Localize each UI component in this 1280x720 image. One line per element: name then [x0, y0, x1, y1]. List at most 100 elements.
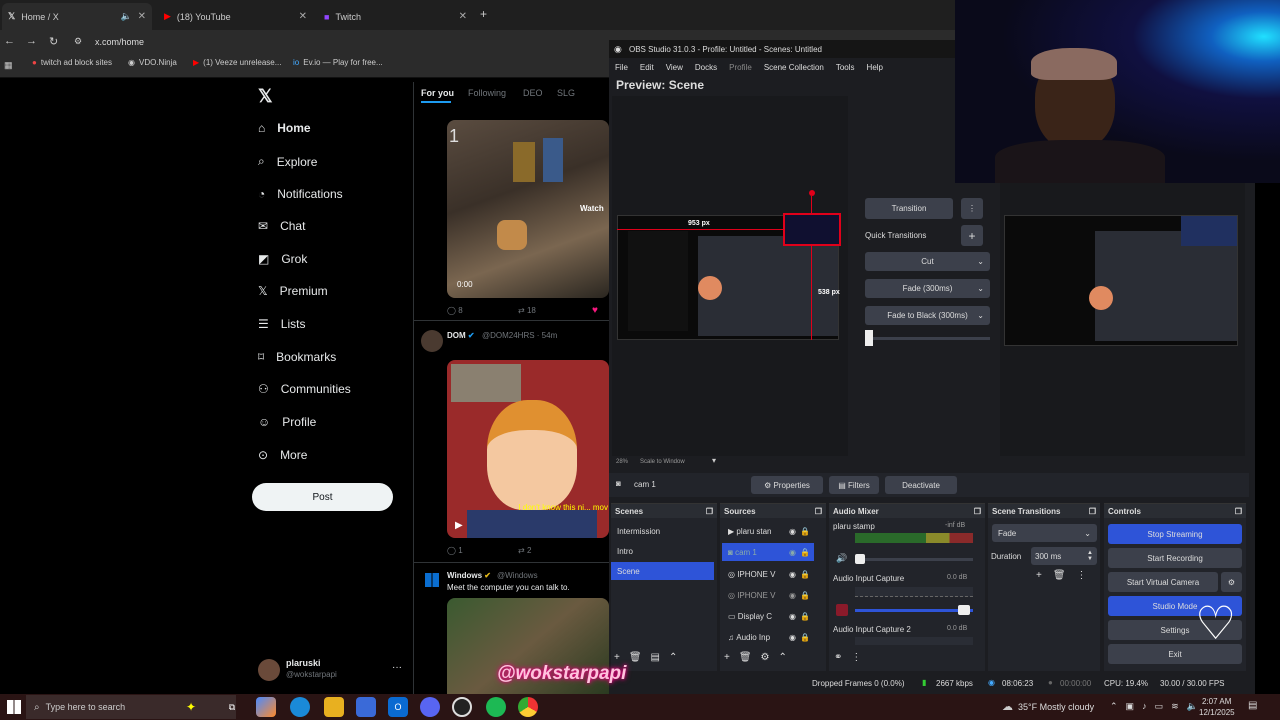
- windows-start-icon[interactable]: [7, 700, 21, 714]
- avatar[interactable]: [258, 659, 280, 681]
- nav-chat[interactable]: ✉ Chat: [258, 219, 305, 233]
- start-virtual-camera-button[interactable]: Start Virtual Camera: [1108, 572, 1218, 592]
- volume-slider[interactable]: [855, 558, 973, 561]
- nav-more[interactable]: ⊙ More: [258, 448, 307, 462]
- transition-select[interactable]: Fade ⌄: [992, 524, 1097, 542]
- tab-home-x[interactable]: 𝕏 Home / X 🔈 ✕: [2, 3, 152, 30]
- eye-icon[interactable]: ◉: [789, 633, 796, 642]
- copilot-app-icon[interactable]: [256, 697, 276, 717]
- close-tab-icon[interactable]: ✕: [459, 11, 467, 22]
- add-icon[interactable]: +: [1036, 570, 1042, 581]
- close-tab-icon[interactable]: ✕: [299, 11, 307, 22]
- mic-icon[interactable]: ♪: [1142, 701, 1147, 712]
- eye-icon[interactable]: ◉: [789, 591, 796, 600]
- tab-youtube[interactable]: ▶ (18) YouTube ✕: [158, 3, 313, 30]
- chrome-icon[interactable]: [518, 697, 538, 717]
- close-tab-icon[interactable]: ✕: [138, 11, 146, 22]
- site-info-icon[interactable]: ⚙: [74, 36, 82, 47]
- bookmark-item[interactable]: ◉ VDO.Ninja: [128, 58, 177, 67]
- lock-icon[interactable]: 🔒: [800, 591, 810, 600]
- nav-premium[interactable]: 𝕏 Premium: [258, 284, 328, 298]
- bookmark-item[interactable]: ● twitch ad block sites: [32, 58, 112, 67]
- volume-slider[interactable]: [855, 609, 973, 612]
- source-item[interactable]: ▭ Display C ◉ 🔒: [722, 607, 814, 625]
- nav-bookmarks[interactable]: ⌑ Bookmarks: [258, 350, 336, 364]
- filters-button[interactable]: ▤ Filters: [829, 476, 879, 494]
- dock-float-icon[interactable]: ❐: [706, 507, 713, 516]
- windows-logo-icon[interactable]: [425, 573, 439, 587]
- lock-icon[interactable]: 🔒: [800, 633, 810, 642]
- outlook-icon[interactable]: O: [388, 697, 408, 717]
- weather-icon[interactable]: ☁: [1002, 700, 1013, 713]
- add-icon[interactable]: +: [614, 652, 620, 663]
- dock-float-icon[interactable]: ❐: [1089, 507, 1096, 516]
- add-icon[interactable]: +: [724, 652, 730, 663]
- taskbar-search[interactable]: ⌕ Type here to search ✦: [26, 695, 236, 719]
- nav-home[interactable]: ⌂ Home: [258, 121, 311, 135]
- menu-edit[interactable]: Edit: [640, 63, 654, 72]
- quick-transition-fade-black[interactable]: Fade to Black (300ms) ⌄: [865, 306, 990, 325]
- menu-tools[interactable]: Tools: [836, 63, 855, 72]
- speaker-icon[interactable]: 🔊: [836, 553, 847, 564]
- source-item[interactable]: ♫ Audio Inp ◉ 🔒: [722, 628, 814, 646]
- nav-communities[interactable]: ⚇ Communities: [258, 382, 351, 396]
- menu-profile[interactable]: Profile: [729, 63, 752, 72]
- zoom-level[interactable]: 28%: [616, 459, 628, 465]
- wifi-icon[interactable]: ≋: [1171, 701, 1179, 712]
- volume-icon[interactable]: 🔈: [1187, 701, 1198, 712]
- deactivate-button[interactable]: Deactivate: [885, 476, 957, 494]
- link-icon[interactable]: ⚭: [834, 652, 842, 663]
- menu-file[interactable]: File: [615, 63, 628, 72]
- transition-button[interactable]: Transition: [865, 198, 953, 219]
- t-bar-slider[interactable]: [865, 337, 990, 340]
- menu-view[interactable]: View: [666, 63, 683, 72]
- eye-icon[interactable]: ◉: [789, 527, 796, 536]
- filter-icon[interactable]: ▤: [651, 652, 660, 663]
- apps-icon[interactable]: ▦: [4, 60, 13, 71]
- scene-item-selected[interactable]: Scene: [611, 562, 714, 580]
- url-field[interactable]: x.com/home: [95, 37, 144, 47]
- t-bar-handle[interactable]: [865, 330, 873, 346]
- tab-slg[interactable]: SLG: [557, 88, 575, 98]
- source-item[interactable]: ◎ IPHONE V ◉ 🔒: [722, 565, 814, 583]
- lock-icon[interactable]: 🔒: [800, 612, 810, 621]
- tab-twitch[interactable]: ■ Twitch ✕: [318, 3, 473, 30]
- dock-float-icon[interactable]: ❐: [1235, 507, 1242, 516]
- source-item[interactable]: ▶ plaru stan ◉ 🔒: [722, 522, 814, 540]
- quick-transition-fade[interactable]: Fade (300ms) ⌄: [865, 279, 990, 298]
- back-icon[interactable]: ←: [4, 35, 15, 47]
- lock-icon[interactable]: 🔒: [800, 570, 810, 579]
- app-tray-icon[interactable]: ▣: [1126, 701, 1135, 712]
- retweet-icon[interactable]: ⇄ 18: [518, 306, 536, 315]
- add-quick-transition-button[interactable]: +: [961, 225, 983, 246]
- scene-item[interactable]: Intro: [611, 542, 714, 560]
- eye-icon[interactable]: ◉: [789, 570, 796, 579]
- weather-text[interactable]: 35°F Mostly cloudy: [1018, 702, 1094, 712]
- tray-icons[interactable]: ⌃ ▣ ♪ ▭ ≋ 🔈: [1110, 701, 1198, 712]
- nav-lists[interactable]: ☰ Lists: [258, 317, 305, 331]
- selection-box[interactable]: [783, 213, 841, 246]
- chevron-up-icon[interactable]: ⌃: [1110, 701, 1118, 712]
- trash-icon[interactable]: 🗑: [1053, 570, 1066, 581]
- store-icon[interactable]: [356, 697, 376, 717]
- tweet-author[interactable]: Windows ✔: [447, 571, 491, 580]
- gear-icon[interactable]: ⚙: [761, 652, 770, 663]
- menu-dots-icon[interactable]: ⋮: [1077, 570, 1087, 581]
- obs-taskbar-icon[interactable]: [452, 697, 472, 717]
- nav-grok[interactable]: ◩ Grok: [258, 252, 307, 266]
- clock-time[interactable]: 2:07 AM: [1202, 697, 1231, 706]
- menu-scene-collection[interactable]: Scene Collection: [764, 63, 824, 72]
- bookmark-item[interactable]: io Ev.io — Play for free...: [293, 58, 383, 67]
- avatar[interactable]: [421, 330, 443, 352]
- notifications-icon[interactable]: ▤: [1248, 700, 1257, 711]
- start-recording-button[interactable]: Start Recording: [1108, 548, 1242, 568]
- spotify-icon[interactable]: [486, 697, 506, 717]
- volume-handle[interactable]: [855, 554, 865, 564]
- lock-icon[interactable]: 🔒: [800, 548, 810, 557]
- tweet-author[interactable]: DOM ✔: [447, 331, 475, 340]
- discord-icon[interactable]: [420, 697, 440, 717]
- reply-icon[interactable]: ◯ 8: [447, 306, 463, 315]
- trash-icon[interactable]: 🗑: [629, 652, 642, 663]
- x-logo-icon[interactable]: 𝕏: [258, 86, 273, 107]
- menu-docks[interactable]: Docks: [695, 63, 717, 72]
